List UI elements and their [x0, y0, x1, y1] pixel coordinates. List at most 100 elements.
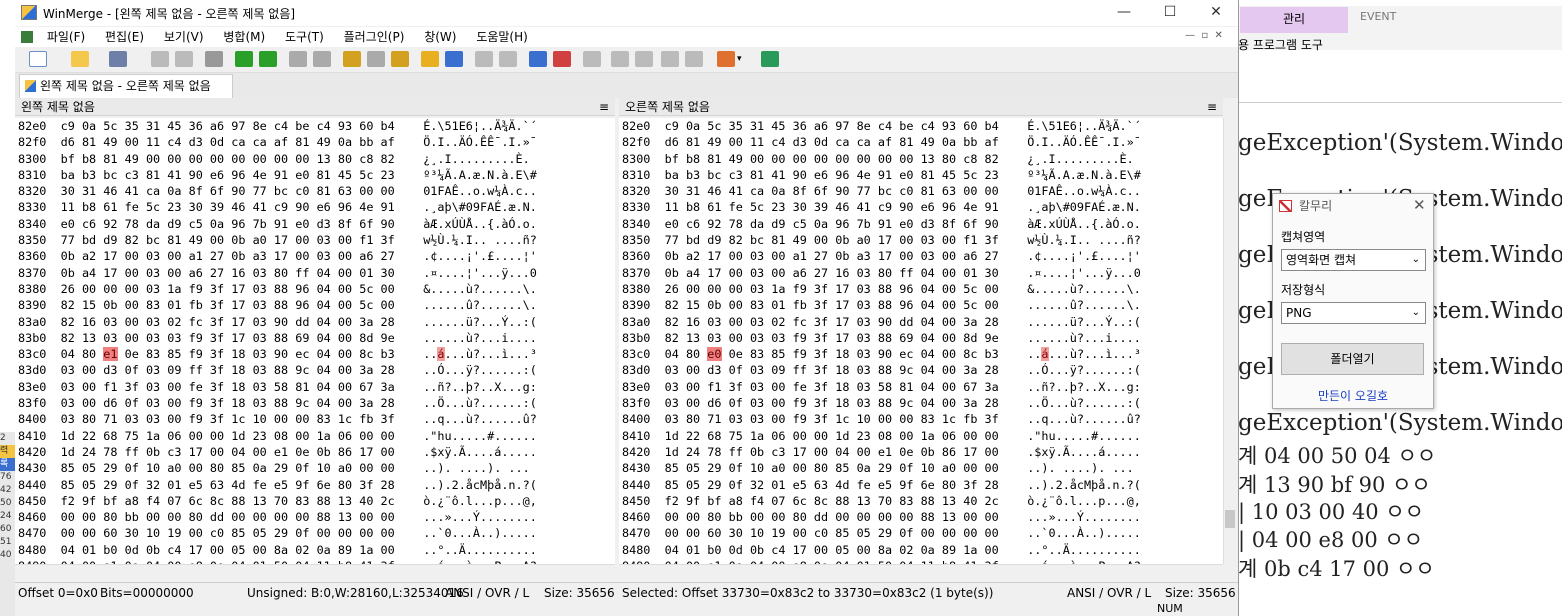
- close-button[interactable]: ✕: [1193, 0, 1238, 26]
- hex-row[interactable]: 83d0 03 00 d3 0f 03 09 ff 3f 18 03 88 9c…: [18, 362, 615, 378]
- copy-right-icon[interactable]: [421, 51, 439, 67]
- copy-left-icon[interactable]: [445, 51, 463, 67]
- hex-row[interactable]: 83b0 82 13 03 00 03 03 f9 3f 17 03 88 69…: [18, 330, 615, 346]
- menu-file[interactable]: 파일(F): [39, 27, 93, 47]
- hex-row[interactable]: 83e0 03 00 f1 3f 03 00 fe 3f 18 03 58 81…: [622, 379, 1223, 395]
- hex-bytes[interactable]: 82 15 0b 00 83 01 fb 3f 17 03 88 96 04 0…: [61, 298, 395, 312]
- hex-row[interactable]: 83a0 82 16 03 00 03 02 fc 3f 17 03 90 dd…: [622, 314, 1223, 330]
- hex-bytes[interactable]: 03 00 d3 0f 03 09 ff 3f 18 03 88 9c 04 0…: [665, 363, 999, 377]
- hex-bytes[interactable]: 77 bd d9 82 bc 81 49 00 0b a0 17 00 03 0…: [61, 233, 395, 247]
- hex-row[interactable]: 8440 85 05 29 0f 32 01 e5 63 4d fe e5 9f…: [18, 477, 615, 493]
- hex-bytes[interactable]: 04 01 b0 0d 0b c4 17 00 05 00 8a 02 0a 8…: [665, 543, 999, 557]
- hex-bytes[interactable]: e0 c6 92 78 da d9 c5 0a 96 7b 91 e0 d3 8…: [61, 217, 395, 231]
- hex-bytes[interactable]: 00 00 80 bb 00 00 80 dd 00 00 00 00 88 1…: [61, 510, 395, 524]
- prev-conflict-icon[interactable]: [367, 51, 385, 67]
- hex-row[interactable]: 8390 82 15 0b 00 83 01 fb 3f 17 03 88 96…: [622, 297, 1223, 313]
- hex-bytes[interactable]: 11 b8 61 fe 5c 23 30 39 46 41 c9 90 e6 9…: [665, 200, 999, 214]
- hex-bytes[interactable]: 1d 24 78 ff 0b c3 17 00 04 00 e1 0e 0b 8…: [61, 445, 395, 459]
- right-pane-menu-icon[interactable]: ≡: [1207, 98, 1217, 116]
- capture-tool-title[interactable]: 칼무리: [1273, 194, 1433, 218]
- all-left-icon[interactable]: [553, 51, 571, 67]
- hex-bytes[interactable]: c9 0a 5c 35 31 45 36 a6 97 8e c4 be c4 9…: [61, 119, 395, 133]
- hex-bytes[interactable]: 03 80 71 03 03 00 f9 3f 1c 10 00 00 83 1…: [665, 412, 999, 426]
- hex-row[interactable]: 8320 30 31 46 41 ca 0a 8f 6f 90 77 bc c0…: [18, 183, 615, 199]
- vertical-scrollbar[interactable]: [1223, 118, 1237, 564]
- background-tab-event[interactable]: EVENT: [1360, 10, 1396, 23]
- left-hex-view[interactable]: 82e0 c9 0a 5c 35 31 45 36 a6 97 8e c4 be…: [15, 118, 615, 564]
- hex-bytes[interactable]: 82 16 03 00 03 02 fc 3f 17 03 90 dd 04 0…: [61, 315, 395, 329]
- hex-row[interactable]: 8320 30 31 46 41 ca 0a 8f 6f 90 77 bc c0…: [622, 183, 1223, 199]
- first-diff-icon[interactable]: [289, 51, 307, 67]
- menu-plugins[interactable]: 플러그인(P): [336, 27, 413, 47]
- hex-bytes[interactable]: 30 31 46 41 ca 0a 8f 6f 90 77 bc c0 81 6…: [665, 184, 999, 198]
- hex-row[interactable]: 8440 85 05 29 0f 32 01 e5 63 4d fe e5 9f…: [622, 477, 1223, 493]
- hex-bytes[interactable]: 00 00 80 bb 00 00 80 dd 00 00 00 00 88 1…: [665, 510, 999, 524]
- hex-bytes[interactable]: 03 00 d3 0f 03 09 ff 3f 18 03 88 9c 04 0…: [61, 363, 395, 377]
- hex-row[interactable]: 8360 0b a2 17 00 03 00 a1 27 0b a3 17 00…: [18, 248, 615, 264]
- hex-bytes[interactable]: 26 00 00 00 03 1a f9 3f 17 03 88 96 04 0…: [61, 282, 395, 296]
- hex-row[interactable]: 8420 1d 24 78 ff 0b c3 17 00 04 00 e1 0e…: [622, 444, 1223, 460]
- copy-left-advance-icon[interactable]: [499, 51, 517, 67]
- menu-window[interactable]: 창(W): [416, 27, 464, 47]
- maximize-button[interactable]: ☐: [1147, 0, 1193, 26]
- hex-row[interactable]: 8300 bf b8 81 49 00 00 00 00 00 00 00 00…: [18, 151, 615, 167]
- save-icon[interactable]: [109, 51, 127, 67]
- next-conflict-icon[interactable]: [391, 51, 409, 67]
- menu-merge[interactable]: 병합(M): [215, 27, 273, 47]
- right-horizontal-scrollbar[interactable]: [619, 564, 1223, 578]
- hex-bytes[interactable]: 03 00 f1 3f 03 00 fe 3f 18 03 58 81 04 0…: [61, 380, 395, 394]
- right-next-icon[interactable]: [661, 51, 679, 67]
- hex-row[interactable]: 83f0 03 00 d6 0f 03 00 f9 3f 18 03 88 9c…: [18, 395, 615, 411]
- prev-diff-icon[interactable]: [259, 51, 277, 67]
- hex-row[interactable]: 83c0 04 80 e0 0e 83 85 f9 3f 18 03 90 ec…: [622, 346, 1223, 362]
- hex-bytes[interactable]: 82 13 03 00 03 03 f9 3f 17 03 88 69 04 0…: [61, 331, 395, 345]
- hex-row[interactable]: 83d0 03 00 d3 0f 03 09 ff 3f 18 03 88 9c…: [622, 362, 1223, 378]
- hex-row[interactable]: 82e0 c9 0a 5c 35 31 45 36 a6 97 8e c4 be…: [622, 118, 1223, 134]
- open-icon[interactable]: [71, 51, 89, 67]
- hex-bytes[interactable]: 1d 22 68 75 1a 06 00 00 1d 23 08 00 1a 0…: [61, 429, 395, 443]
- doc-menu-icon[interactable]: [21, 31, 33, 43]
- hex-row[interactable]: 8310 ba b3 bc c3 81 41 90 e6 96 4e 91 e0…: [18, 167, 615, 183]
- hex-bytes[interactable]: 77 bd d9 82 bc 81 49 00 0b a0 17 00 03 0…: [665, 233, 999, 247]
- hex-bytes[interactable]: 00 00 60 30 10 19 00 c0 85 05 29 0f 00 0…: [665, 526, 999, 540]
- hex-row[interactable]: 8350 77 bd d9 82 bc 81 49 00 0b a0 17 00…: [18, 232, 615, 248]
- print-icon[interactable]: [205, 51, 223, 67]
- hex-row[interactable]: 8360 0b a2 17 00 03 00 a1 27 0b a3 17 00…: [622, 248, 1223, 264]
- options-icon[interactable]: [717, 51, 735, 67]
- right-hex-view[interactable]: 82e0 c9 0a 5c 35 31 45 36 a6 97 8e c4 be…: [619, 118, 1223, 564]
- last-diff-icon[interactable]: [313, 51, 331, 67]
- hex-bytes[interactable]: 11 b8 61 fe 5c 23 30 39 46 41 c9 90 e6 9…: [61, 200, 395, 214]
- hex-row[interactable]: 8400 03 80 71 03 03 00 f9 3f 1c 10 00 00…: [622, 411, 1223, 427]
- hex-bytes[interactable]: 85 05 29 0f 32 01 e5 63 4d fe e5 9f 6e 8…: [665, 478, 999, 492]
- undo-icon[interactable]: [151, 51, 169, 67]
- hex-row[interactable]: 8470 00 00 60 30 10 19 00 c0 85 05 29 0f…: [622, 525, 1223, 541]
- hex-row[interactable]: 8430 85 05 29 0f 10 a0 00 80 85 0a 29 0f…: [622, 460, 1223, 476]
- hex-row[interactable]: 8430 85 05 29 0f 10 a0 00 80 85 0a 29 0f…: [18, 460, 615, 476]
- hex-bytes[interactable]: 30 31 46 41 ca 0a 8f 6f 90 77 bc c0 81 6…: [61, 184, 395, 198]
- hex-bytes[interactable]: 0b a2 17 00 03 00 a1 27 0b a3 17 00 03 0…: [61, 249, 395, 263]
- hex-row[interactable]: 8340 e0 c6 92 78 da d9 c5 0a 96 7b 91 e0…: [622, 216, 1223, 232]
- hex-row[interactable]: 8400 03 80 71 03 03 00 f9 3f 1c 10 00 00…: [18, 411, 615, 427]
- hex-bytes[interactable]: 04 80 e1 0e 83 85 f9 3f 18 03 90 ec 04 0…: [61, 347, 395, 362]
- hex-bytes[interactable]: 85 05 29 0f 32 01 e5 63 4d fe e5 9f 6e 8…: [61, 478, 395, 492]
- menu-view[interactable]: 보기(V): [156, 27, 212, 47]
- hex-row[interactable]: 82e0 c9 0a 5c 35 31 45 36 a6 97 8e c4 be…: [18, 118, 615, 134]
- hex-row[interactable]: 8310 ba b3 bc c3 81 41 90 e6 96 4e 91 e0…: [622, 167, 1223, 183]
- hex-bytes[interactable]: 03 00 d6 0f 03 00 f9 3f 18 03 88 9c 04 0…: [61, 396, 395, 410]
- close-icon[interactable]: ✕: [1413, 196, 1426, 214]
- title-bar[interactable]: WinMerge - [왼쪽 제목 없음 - 오른쪽 제목 없음] — ☐ ✕: [15, 0, 1238, 26]
- left-pane-menu-icon[interactable]: ≡: [599, 98, 609, 116]
- hex-row[interactable]: 8380 26 00 00 00 03 1a f9 3f 17 03 88 96…: [18, 281, 615, 297]
- compare-icon[interactable]: [583, 51, 601, 67]
- background-tab-manage[interactable]: 관리: [1240, 7, 1348, 33]
- hex-row[interactable]: 8410 1d 22 68 75 1a 06 00 00 1d 23 08 00…: [18, 428, 615, 444]
- hex-row[interactable]: 8370 0b a4 17 00 03 00 a6 27 16 03 80 ff…: [622, 265, 1223, 281]
- left-prev-icon[interactable]: [635, 51, 653, 67]
- creator-link[interactable]: 만든이 오길호: [1273, 387, 1433, 404]
- vertical-scrollbar-thumb[interactable]: [1225, 510, 1235, 528]
- hex-bytes[interactable]: 82 16 03 00 03 02 fc 3f 17 03 90 dd 04 0…: [665, 315, 999, 329]
- hex-bytes[interactable]: 0b a2 17 00 03 00 a1 27 0b a3 17 00 03 0…: [665, 249, 999, 263]
- hex-row[interactable]: 8370 0b a4 17 00 03 00 a6 27 16 03 80 ff…: [18, 265, 615, 281]
- hex-bytes[interactable]: 03 00 f1 3f 03 00 fe 3f 18 03 58 81 04 0…: [665, 380, 999, 394]
- menu-help[interactable]: 도움말(H): [468, 27, 536, 47]
